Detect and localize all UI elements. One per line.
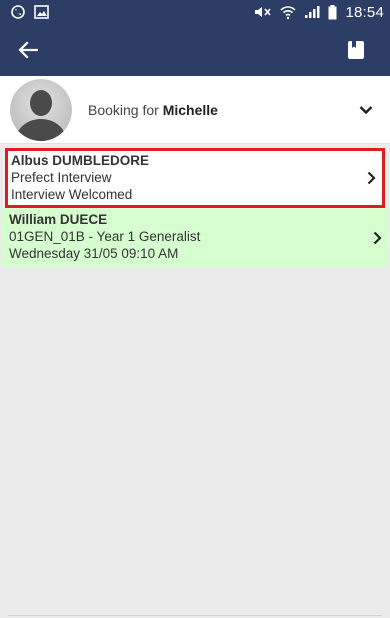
booking-header[interactable]: Booking for Michelle: [0, 76, 390, 144]
bookmark-button[interactable]: [340, 34, 372, 66]
chevron-right-icon: [373, 231, 382, 245]
gallery-icon: [34, 5, 49, 19]
book-icon: [348, 41, 364, 59]
bottom-divider: [8, 615, 382, 616]
status-bar: 18:54: [0, 0, 390, 24]
list-item[interactable]: William DUECE 01GEN_01B - Year 1 General…: [2, 208, 388, 267]
appointment-status: Interview Welcomed: [11, 187, 133, 202]
arrow-left-icon: [18, 41, 38, 59]
appointment-name: William DUECE: [9, 212, 108, 227]
expand-toggle[interactable]: [354, 105, 378, 115]
avatar: [10, 78, 72, 141]
booking-prefix: Booking for: [88, 101, 163, 118]
list-item[interactable]: Albus DUMBLEDORE Prefect Interview Inter…: [5, 148, 385, 208]
back-button[interactable]: [12, 34, 44, 66]
appointment-name: Albus DUMBLEDORE: [11, 153, 149, 168]
signal-icon: [304, 5, 320, 19]
battery-icon: [328, 4, 337, 20]
appointment-time: Wednesday 31/05 09:10 AM: [9, 246, 179, 261]
mute-icon: [254, 5, 272, 19]
whatsapp-icon: [10, 4, 26, 20]
app-screen: 18:54 Booking for Michelle Albus DUMBLED…: [0, 0, 390, 618]
appointment-detail: 01GEN_01B - Year 1 Generalist: [9, 229, 201, 244]
chevron-right-icon: [367, 171, 376, 185]
status-time: 18:54: [345, 3, 384, 21]
app-bar: [0, 24, 390, 76]
booking-name: Michelle: [162, 101, 218, 118]
appointment-list: Albus DUMBLEDORE Prefect Interview Inter…: [0, 144, 390, 267]
status-left: [10, 4, 49, 20]
appointment-detail: Prefect Interview: [11, 170, 112, 185]
wifi-icon: [280, 4, 297, 20]
status-right: 18:54: [254, 4, 384, 21]
booking-for-text: Booking for Michelle: [88, 102, 354, 118]
chevron-down-icon: [359, 105, 373, 114]
